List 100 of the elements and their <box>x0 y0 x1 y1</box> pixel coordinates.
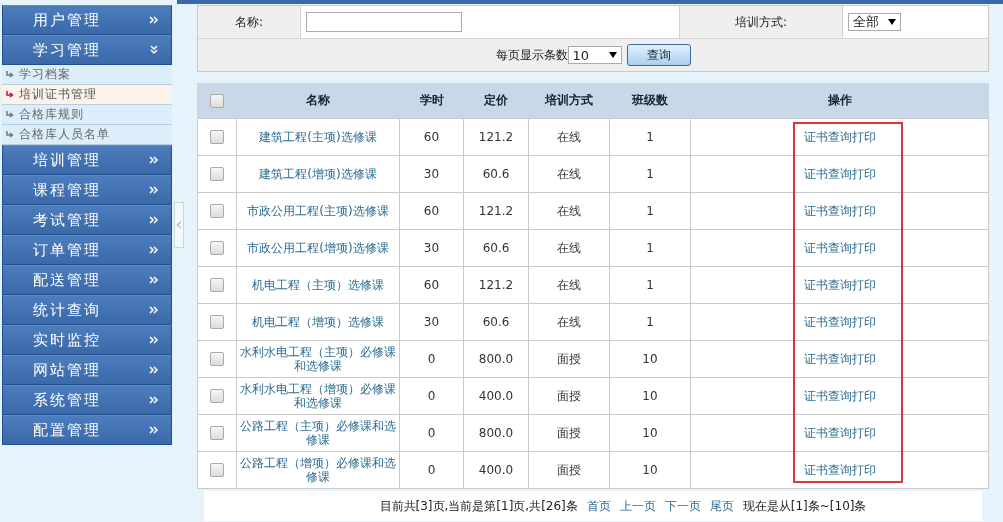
double-chevron-right-icon <box>149 155 159 165</box>
table-cell: 10 <box>609 451 691 489</box>
submenu-item[interactable]: 合格库人员名单 <box>2 125 172 145</box>
table-cell: 1 <box>609 155 691 193</box>
table-cell: 1 <box>609 229 691 267</box>
row-checkbox[interactable] <box>210 426 224 441</box>
double-chevron-right-icon <box>149 425 159 435</box>
field-label: 培训方式: <box>734 13 787 31</box>
table-cell: 面授 <box>528 414 610 452</box>
row-checkbox[interactable] <box>210 315 224 330</box>
row-checkbox[interactable] <box>210 204 224 219</box>
dropdown-arrow-icon <box>608 52 617 58</box>
table-cell: 1 <box>609 266 691 304</box>
query-button[interactable]: 查询 <box>626 44 691 66</box>
table-cell: 10 <box>609 414 691 452</box>
page-link[interactable]: 首页 <box>586 497 611 515</box>
table-cell: 121.2 <box>463 266 529 304</box>
menu-item[interactable]: 系统管理 <box>2 385 172 415</box>
submenu-item[interactable]: 培训证书管理 <box>2 85 172 105</box>
table-cell: 800.0 <box>463 414 529 452</box>
menu-item[interactable]: 统计查询 <box>2 295 172 325</box>
table-cell: 0 <box>399 414 464 452</box>
table-cell: 60.6 <box>463 155 529 193</box>
range-text: 现在是从[1]条~[10]条 <box>742 497 867 515</box>
double-chevron-right-icon <box>149 335 159 345</box>
arrow-icon <box>6 70 15 79</box>
table-cell: 30 <box>399 229 464 267</box>
row-checkbox[interactable] <box>210 389 224 404</box>
table-cell: 60.6 <box>463 229 529 267</box>
double-chevron-down-icon <box>149 45 159 55</box>
row-checkbox[interactable] <box>210 352 224 367</box>
menu-item[interactable]: 用户管理 <box>2 5 172 35</box>
table-cell: 1 <box>609 192 691 230</box>
row-checkbox[interactable] <box>210 463 224 478</box>
column-header: 操作 <box>690 83 989 119</box>
menu-item[interactable]: 订单管理 <box>2 235 172 265</box>
table-cell: 在线 <box>528 118 610 156</box>
table-cell: 121.2 <box>463 118 529 156</box>
table-cell: 30 <box>399 303 464 341</box>
table-cell: 800.0 <box>463 340 529 378</box>
table-cell: 400.0 <box>463 377 529 415</box>
column-header: 培训方式 <box>528 83 610 119</box>
double-chevron-right-icon <box>149 395 159 405</box>
table-cell: 0 <box>399 451 464 489</box>
menu-item[interactable]: 配送管理 <box>2 265 172 295</box>
name-input-field[interactable] <box>306 12 462 32</box>
select-all-checkbox[interactable] <box>210 93 224 108</box>
table-cell: 面授 <box>528 340 610 378</box>
table-cell: 1 <box>609 118 691 156</box>
table-cell: 10 <box>609 340 691 378</box>
double-chevron-right-icon <box>149 305 159 315</box>
table-cell: 60 <box>399 192 464 230</box>
table-cell: 在线 <box>528 192 610 230</box>
page-size-dropdown[interactable]: 10 <box>567 46 622 64</box>
page-summary: 目前共[3]页,当前是第[1]页,共[26]条 <box>379 497 578 515</box>
table-cell: 60 <box>399 266 464 304</box>
table-cell: 400.0 <box>463 451 529 489</box>
table-cell: 在线 <box>528 155 610 193</box>
double-chevron-right-icon <box>149 185 159 195</box>
menu-item[interactable]: 网站管理 <box>2 355 172 385</box>
row-checkbox[interactable] <box>210 278 224 293</box>
training-mode-dropdown[interactable]: 全部 <box>848 13 901 31</box>
field-label: 每页显示条数 <box>495 46 568 64</box>
column-header: 名称 <box>236 83 400 119</box>
table-cell: 面授 <box>528 451 610 489</box>
double-chevron-right-icon <box>149 245 159 255</box>
column-header: 学时 <box>399 83 464 119</box>
table-cell: 60.6 <box>463 303 529 341</box>
double-chevron-right-icon <box>149 365 159 375</box>
menu-item[interactable]: 实时监控 <box>2 325 172 355</box>
table-cell: 60 <box>399 118 464 156</box>
column-header: 定价 <box>463 83 529 119</box>
table-cell: 在线 <box>528 303 610 341</box>
row-checkbox[interactable] <box>210 130 224 145</box>
double-chevron-right-icon <box>149 15 159 25</box>
table-cell: 10 <box>609 377 691 415</box>
row-checkbox[interactable] <box>210 167 224 182</box>
table-cell: 121.2 <box>463 192 529 230</box>
collapse-handle[interactable] <box>174 202 184 248</box>
column-header: 班级数 <box>609 83 691 119</box>
menu-item[interactable]: 培训管理 <box>2 145 172 175</box>
submenu-item[interactable]: 学习档案 <box>2 65 172 85</box>
table-cell: 0 <box>399 340 464 378</box>
menu-item[interactable]: 学习管理 <box>2 35 172 65</box>
menu-item[interactable]: 考试管理 <box>2 205 172 235</box>
table-cell: 面授 <box>528 377 610 415</box>
double-chevron-right-icon <box>149 275 159 285</box>
double-chevron-right-icon <box>149 215 159 225</box>
page-link[interactable]: 尾页 <box>709 497 734 515</box>
arrow-icon <box>6 130 15 139</box>
page-link[interactable]: 下一页 <box>664 497 701 515</box>
submenu-item[interactable]: 合格库规则 <box>2 105 172 125</box>
table-cell: 在线 <box>528 229 610 267</box>
field-label: 名称: <box>234 13 263 31</box>
table-cell: 30 <box>399 155 464 193</box>
page-link[interactable]: 上一页 <box>619 497 656 515</box>
menu-item[interactable]: 课程管理 <box>2 175 172 205</box>
table-cell: 1 <box>609 303 691 341</box>
menu-item[interactable]: 配置管理 <box>2 415 172 445</box>
row-checkbox[interactable] <box>210 241 224 256</box>
